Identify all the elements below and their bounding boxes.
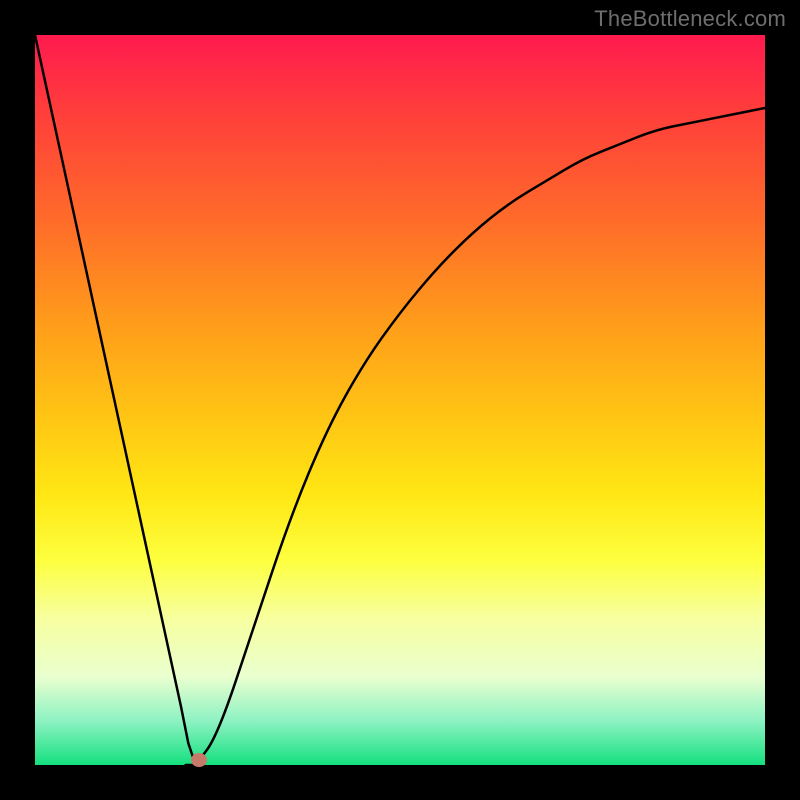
optimal-point-marker [191, 753, 207, 767]
plot-area [35, 35, 765, 765]
watermark-text: TheBottleneck.com [594, 6, 786, 32]
chart-frame: TheBottleneck.com [0, 0, 800, 800]
bottleneck-curve [35, 35, 765, 765]
